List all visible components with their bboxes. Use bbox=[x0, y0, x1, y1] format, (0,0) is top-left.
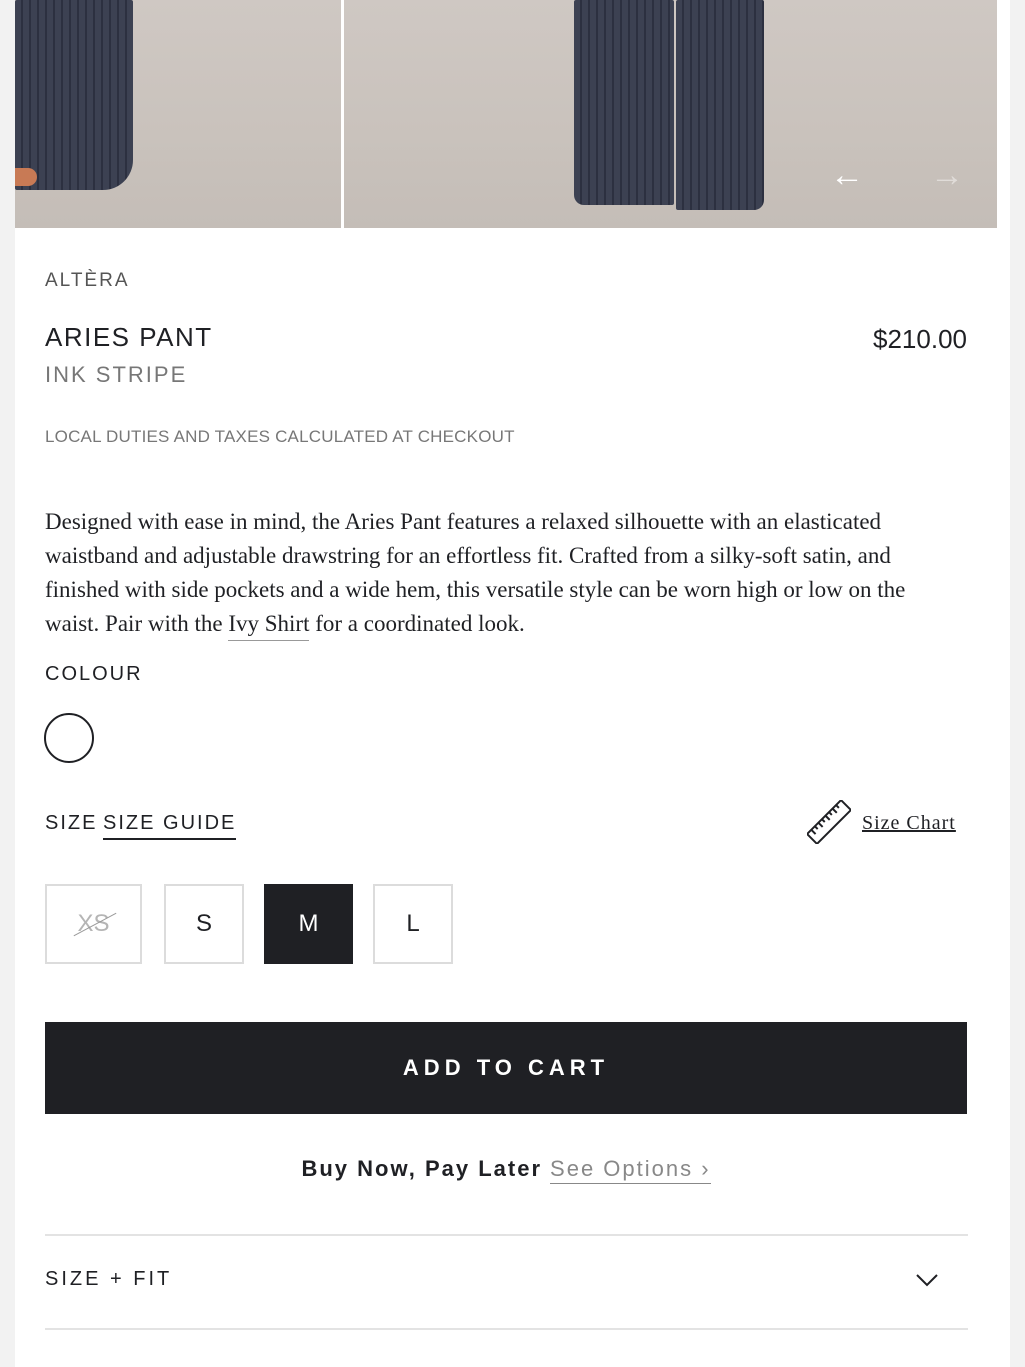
product-page: ← → ALTÈRA ARIES PANT $210.00 INK STRIPE… bbox=[15, 0, 1010, 1367]
product-photo-2[interactable] bbox=[344, 0, 997, 228]
pant-leg-image bbox=[15, 0, 133, 190]
colour-swatch[interactable] bbox=[44, 713, 94, 763]
see-options-link[interactable]: See Options › bbox=[550, 1156, 711, 1184]
size-option-label: S bbox=[195, 910, 212, 937]
product-photo-1[interactable] bbox=[15, 0, 341, 228]
size-option-s[interactable]: S bbox=[164, 884, 244, 964]
product-title: ARIES PANT bbox=[45, 322, 213, 352]
divider bbox=[45, 1328, 968, 1330]
gallery-next-arrow-icon[interactable]: → bbox=[930, 158, 964, 192]
divider bbox=[45, 1234, 968, 1236]
size-option-xs[interactable]: XS bbox=[45, 884, 142, 964]
size-option-label: M bbox=[298, 910, 319, 937]
product-price: $210.00 bbox=[873, 324, 967, 354]
add-to-cart-button[interactable]: ADD TO CART bbox=[45, 1022, 967, 1114]
size-option-m[interactable]: M bbox=[264, 884, 353, 964]
size-guide-link[interactable]: SIZE GUIDE bbox=[103, 812, 237, 840]
ivy-shirt-link[interactable]: Ivy Shirt bbox=[228, 611, 310, 641]
chevron-down-icon[interactable] bbox=[913, 1266, 941, 1294]
description-text-end: for a coordinated look. bbox=[309, 611, 525, 636]
pant-leg-image bbox=[574, 0, 674, 205]
colour-label: COLOUR bbox=[45, 663, 143, 685]
duties-note: LOCAL DUTIES AND TAXES CALCULATED AT CHE… bbox=[45, 427, 515, 446]
bnpl-text: Buy Now, Pay Later bbox=[301, 1156, 543, 1181]
pant-leg-image bbox=[676, 0, 764, 210]
product-gallery: ← → bbox=[15, 0, 997, 228]
size-fit-accordion[interactable]: SIZE + FIT bbox=[45, 1268, 172, 1291]
product-description: Designed with ease in mind, the Aries Pa… bbox=[45, 505, 945, 641]
bnpl-row: Buy Now, Pay Later See Options › bbox=[45, 1156, 967, 1184]
gallery-prev-arrow-icon[interactable]: ← bbox=[830, 158, 864, 192]
foot-image bbox=[15, 168, 37, 186]
size-label: SIZE bbox=[45, 812, 98, 834]
product-variant: INK STRIPE bbox=[45, 362, 188, 387]
ruler-icon[interactable] bbox=[807, 800, 851, 844]
size-option-l[interactable]: L bbox=[373, 884, 453, 964]
size-option-label: L bbox=[406, 910, 420, 937]
size-chart-link[interactable]: Size Chart bbox=[862, 812, 956, 835]
product-brand[interactable]: ALTÈRA bbox=[45, 270, 130, 292]
